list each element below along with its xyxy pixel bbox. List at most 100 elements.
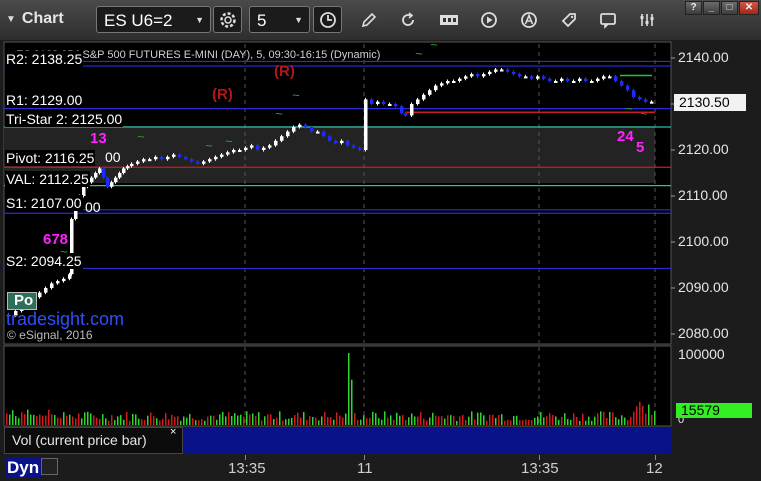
candle bbox=[620, 81, 624, 86]
volume-bar bbox=[618, 419, 620, 425]
candle bbox=[82, 186, 86, 196]
candle bbox=[220, 154, 224, 157]
minimize-icon: _ bbox=[708, 2, 715, 13]
volume-bar bbox=[561, 416, 563, 425]
setup-count-glyph: ~ bbox=[625, 101, 633, 116]
volume-bar bbox=[321, 416, 323, 425]
close-icon[interactable]: × bbox=[170, 426, 176, 438]
candle bbox=[560, 78, 564, 81]
candle bbox=[136, 161, 140, 164]
volume-bar bbox=[219, 414, 221, 425]
maximize-icon: □ bbox=[726, 2, 733, 13]
volume-bar bbox=[6, 413, 8, 425]
candle bbox=[274, 140, 278, 146]
volume-bar bbox=[558, 419, 560, 425]
volume-bar bbox=[390, 415, 392, 425]
volume-bar bbox=[528, 419, 530, 425]
candle bbox=[56, 281, 60, 284]
volume-bar bbox=[153, 416, 155, 425]
minimize-button[interactable]: _ bbox=[703, 1, 720, 15]
volume-bar bbox=[162, 418, 164, 425]
volume-bar bbox=[246, 411, 248, 425]
volume-bar bbox=[435, 415, 437, 425]
volume-bar bbox=[54, 414, 56, 425]
volume-bar bbox=[414, 416, 416, 425]
help-button[interactable]: ? bbox=[685, 1, 702, 15]
volume-bar bbox=[51, 414, 53, 425]
volume-bar bbox=[168, 419, 170, 425]
price-axis-label: 2140.00 bbox=[678, 49, 729, 65]
obscured-label: 00 bbox=[85, 199, 101, 215]
play-button[interactable] bbox=[478, 9, 500, 31]
dynamic-mode-label[interactable]: Dyn bbox=[5, 457, 42, 478]
volume-bar bbox=[102, 414, 104, 425]
volume-bar bbox=[222, 411, 224, 425]
volume-bar bbox=[141, 419, 143, 425]
candle bbox=[542, 76, 546, 79]
auto-button[interactable] bbox=[518, 9, 540, 31]
close-button[interactable]: ✕ bbox=[739, 1, 759, 15]
symbol-selector[interactable]: ES U6=2 ▼ bbox=[96, 6, 211, 33]
chevron-down-icon: ▼ bbox=[294, 15, 303, 25]
volume-bar bbox=[591, 420, 593, 425]
refresh-button[interactable] bbox=[397, 9, 419, 31]
volume-bar bbox=[639, 401, 641, 425]
candle bbox=[482, 74, 486, 77]
volume-bar bbox=[12, 410, 14, 425]
price-pane[interactable]: ~~ ~~~~~~~ ~ bbox=[0, 40, 761, 345]
candle bbox=[184, 156, 188, 160]
interval-settings-button[interactable] bbox=[313, 6, 342, 33]
tag-button[interactable] bbox=[558, 9, 580, 31]
volume-bar bbox=[429, 417, 431, 425]
level-label-s2: S2: 2094.25 bbox=[5, 253, 83, 269]
draw-tool-button[interactable] bbox=[358, 9, 380, 31]
interval-selector[interactable]: 5 ▼ bbox=[249, 6, 310, 33]
volume-bar bbox=[273, 418, 275, 425]
volume-bar bbox=[444, 418, 446, 425]
volume-bar bbox=[654, 410, 656, 425]
candle bbox=[410, 104, 414, 116]
pencil-icon bbox=[361, 12, 377, 28]
comment-button[interactable] bbox=[597, 9, 619, 31]
candle bbox=[416, 99, 420, 104]
volume-bar bbox=[207, 416, 209, 425]
volume-bar bbox=[603, 411, 605, 425]
candle bbox=[102, 168, 106, 178]
volume-bar bbox=[306, 420, 308, 425]
volume-bar bbox=[342, 417, 344, 425]
symbol-settings-button[interactable] bbox=[213, 6, 242, 33]
volume-bar bbox=[150, 412, 152, 425]
obscured-label: 00 bbox=[105, 149, 121, 165]
volume-bar bbox=[105, 418, 107, 425]
volume-bar bbox=[294, 415, 296, 425]
get-data-button[interactable] bbox=[438, 9, 460, 31]
volume-bar bbox=[255, 415, 257, 425]
candle bbox=[536, 76, 540, 79]
volume-bar bbox=[471, 411, 473, 425]
volume-bar bbox=[495, 418, 497, 425]
candle bbox=[68, 274, 72, 279]
candle bbox=[90, 177, 94, 183]
chart-settings-button[interactable] bbox=[636, 9, 658, 31]
candle bbox=[382, 101, 386, 104]
volume-bar bbox=[372, 411, 374, 425]
volume-study-header[interactable]: Vol (current price bar) bbox=[4, 427, 183, 454]
chart-menu[interactable]: ▼ Chart bbox=[6, 10, 64, 28]
lock-icon[interactable] bbox=[41, 458, 58, 475]
volume-bar bbox=[552, 414, 554, 425]
volume-bar bbox=[126, 412, 128, 425]
candle bbox=[328, 136, 332, 141]
candle bbox=[578, 78, 582, 81]
volume-bar bbox=[579, 420, 581, 425]
volume-bar bbox=[177, 416, 179, 425]
volume-bar bbox=[186, 417, 188, 425]
maximize-button[interactable]: □ bbox=[721, 1, 738, 15]
setup-count-glyph: ~ bbox=[415, 46, 423, 61]
candle bbox=[148, 159, 152, 162]
candle bbox=[114, 177, 118, 183]
volume-pane[interactable] bbox=[0, 345, 761, 427]
volume-bar bbox=[288, 418, 290, 425]
candle bbox=[488, 71, 492, 75]
volume-bar bbox=[636, 406, 638, 425]
volume-bar bbox=[630, 417, 632, 425]
